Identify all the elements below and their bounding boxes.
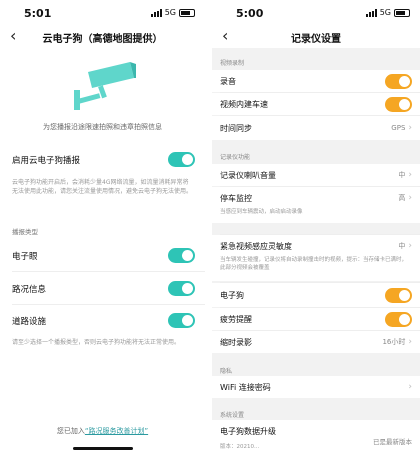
page-title: 云电子狗（高德地图提供） — [42, 34, 163, 45]
enable-edog-label: 启用云电子狗播报 — [12, 155, 81, 166]
item-row: 道路设施 — [12, 313, 195, 328]
wifi-password-row[interactable]: WiFi 连接密码 › — [212, 376, 420, 398]
signal-icon — [365, 8, 377, 17]
e-dog-toggle[interactable] — [385, 287, 412, 303]
chevron-right-icon: › — [408, 382, 412, 392]
road-facility-toggle[interactable] — [168, 313, 195, 328]
fatigue-toggle[interactable] — [385, 311, 412, 327]
video-speed-row: 视频内建车速 — [212, 93, 420, 115]
divider — [12, 271, 205, 272]
battery-icon — [394, 8, 410, 17]
footer-note: 您已加入“路况服务改善计划” — [56, 427, 149, 435]
time-sync-row[interactable]: 时间同步 GPS › — [212, 116, 420, 140]
status-time: 5:00 — [236, 7, 264, 20]
section-system: 系统设置 — [220, 412, 245, 419]
battery-icon — [179, 8, 195, 17]
item-label: 路况信息 — [12, 284, 47, 295]
feature-caption: 为您播报沿途限速拍照和违章拍照信息 — [43, 123, 162, 131]
left-screen: 5:01 5G ‹ 云电子狗（高德地图提供） 为您播报沿途限速拍照和违章拍照信息… — [0, 0, 205, 454]
chevron-right-icon: › — [408, 337, 412, 347]
enable-edog-toggle[interactable] — [168, 152, 195, 167]
status-bar: 5:00 5G — [212, 0, 420, 26]
item-row: 电子眼 — [12, 248, 195, 263]
chevron-right-icon: › — [408, 241, 412, 251]
status-time: 5:01 — [24, 7, 52, 20]
camera-illustration — [74, 62, 136, 110]
network-type: 5G — [164, 8, 176, 17]
section-recorder: 记录仪功能 — [220, 154, 251, 161]
item-label: 电子眼 — [12, 251, 38, 262]
broadcast-type-header: 播报类型 — [12, 228, 38, 236]
electronic-eye-toggle[interactable] — [168, 248, 195, 263]
edog-version: 版本：20210... — [220, 444, 260, 450]
chevron-right-icon: › — [408, 193, 412, 203]
speaker-volume-row[interactable]: 记录仪喇叭音量 中 › — [212, 164, 420, 186]
service-plan-link[interactable]: “路况服务改善计划” — [85, 427, 148, 435]
item-row: 路况信息 — [12, 281, 195, 296]
traffic-info-toggle[interactable] — [168, 281, 195, 296]
enable-edog-row: 启用云电子狗播报 — [12, 152, 195, 167]
fatigue-row: 疲劳提醒 — [212, 308, 420, 330]
nav-bar: ‹ 云电子狗（高德地图提供） — [0, 26, 205, 48]
chevron-right-icon: › — [408, 170, 412, 180]
broadcast-note: 请至少选择一个播报类型，否则云电子狗功能将无法正常使用。 — [12, 339, 181, 346]
enable-edog-desc: 云电子狗功能开启后，会消耗少量4G网络流量，如流量消耗异常将无法使用此功能，请您… — [12, 179, 193, 195]
home-indicator — [72, 447, 133, 450]
record-sound-row: 录音 — [212, 70, 420, 92]
edog-latest-status: 已是最新版本 — [373, 438, 412, 446]
record-sound-toggle[interactable] — [385, 73, 412, 89]
page-title: 记录仪设置 — [291, 34, 341, 45]
item-label: 道路设施 — [12, 316, 47, 327]
network-type: 5G — [379, 8, 391, 17]
right-screen: 5:00 5G ‹ 记录仪设置 视频录制 录音 视频内建车速 时间同步 GPS ›… — [212, 0, 420, 454]
section-privacy: 隐私 — [220, 368, 233, 375]
section-video: 视频录制 — [220, 60, 245, 67]
video-speed-toggle[interactable] — [385, 96, 412, 112]
timelapse-row[interactable]: 缩时录影 16小时 › — [212, 331, 420, 353]
park-monitor-desc: 当感应到车辆震动，启动启动录像 — [220, 209, 303, 215]
signal-icon — [150, 8, 162, 17]
status-bar: 5:01 5G — [0, 0, 205, 26]
park-monitor-row[interactable]: 停车监控 高 › — [212, 187, 420, 223]
divider — [12, 304, 205, 305]
e-dog-row: 电子狗 — [212, 283, 420, 307]
chevron-right-icon: › — [408, 123, 412, 133]
nav-bar: ‹ 记录仪设置 — [212, 26, 420, 48]
emergency-desc: 当车辆发生碰撞，记录仪将自动录制撞击时的视频，提示：当存储卡已满时，此部分视频会… — [220, 257, 408, 271]
